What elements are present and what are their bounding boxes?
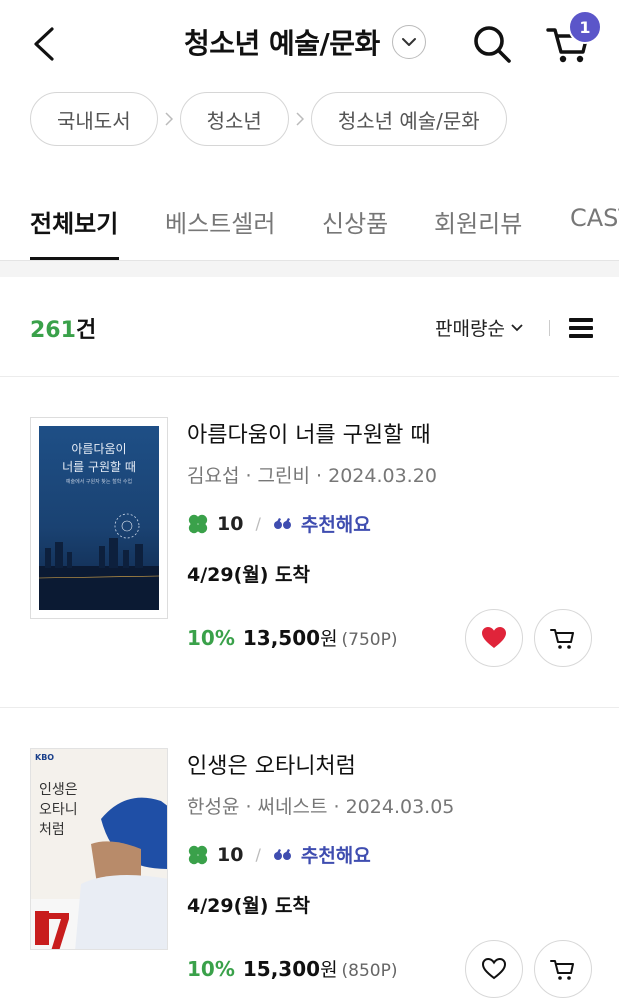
- tab-member-review[interactable]: 회원리뷰: [434, 204, 522, 239]
- arrival-date: 4/29(월) 도착: [187, 564, 311, 586]
- tab-bar: 전체보기 베스트셀러 신상품 회원리뷰 CAST: [0, 190, 619, 261]
- book-title[interactable]: 아름다움이 너를 구원할 때: [187, 417, 431, 449]
- list-item[interactable]: KBO 인생은 오타니 처럼 17 인생은 오타니처럼 한성윤 · 써네스트 ·…: [0, 708, 619, 1008]
- cover-subtitle: 예술에서 구원자 찾는 철학 수업: [65, 479, 133, 485]
- divider: /: [255, 514, 261, 533]
- list-view-toggle[interactable]: [568, 316, 594, 344]
- price-unit: 원: [320, 959, 338, 981]
- breadcrumb-item-domestic-books[interactable]: 국내도서: [30, 92, 158, 146]
- quote-icon: [273, 848, 291, 860]
- price-row: 10% 13,500 원 (750P): [187, 624, 398, 651]
- list-item[interactable]: 아름다움이 너를 구원할 때 예술에서 구원자 찾는 철학 수업 아름다움이 너…: [0, 377, 619, 708]
- page-title: 청소년 예술/문화: [184, 27, 380, 60]
- chevron-down-icon: [511, 323, 523, 331]
- tab-cast[interactable]: CAST: [570, 204, 619, 232]
- divider: [549, 320, 550, 336]
- add-to-cart-button[interactable]: [534, 940, 592, 998]
- cart-icon: [550, 960, 574, 980]
- chevron-right-icon: [158, 112, 180, 126]
- chevron-down-icon: [391, 25, 426, 59]
- tab-bestseller[interactable]: 베스트셀러: [165, 204, 275, 239]
- back-button[interactable]: [30, 26, 58, 62]
- cover-badge: KBO: [35, 753, 55, 762]
- sort-dropdown[interactable]: 판매량순: [435, 314, 524, 341]
- quote-icon: [273, 517, 291, 529]
- book-meta: 김요섭 · 그린비 · 2024.03.20: [187, 465, 437, 487]
- breadcrumb-item-youth[interactable]: 청소년: [179, 92, 289, 146]
- result-count-number: 261: [30, 318, 76, 343]
- tab-new[interactable]: 신상품: [322, 204, 388, 239]
- divider: /: [255, 845, 261, 864]
- recommend-label: 추천해요: [300, 514, 371, 536]
- breadcrumb-item-youth-arts[interactable]: 청소년 예술/문화: [310, 92, 507, 146]
- heart-outline-icon: [481, 957, 507, 980]
- tab-all[interactable]: 전체보기: [30, 204, 118, 239]
- book-cover-image: KBO 인생은 오타니 처럼 17: [30, 748, 168, 950]
- cover-title-line3: 처럼: [39, 822, 65, 838]
- book-title[interactable]: 인생은 오타니처럼: [187, 748, 356, 780]
- reward-points: (750P): [341, 630, 398, 650]
- cover-title-line1: 인생은: [39, 782, 78, 798]
- top-bar: 청소년 예술/문화 1: [0, 0, 619, 88]
- wishlist-button[interactable]: [465, 940, 523, 998]
- book-cover[interactable]: KBO 인생은 오타니 처럼 17: [30, 748, 168, 950]
- clover-count: 10: [217, 512, 244, 535]
- list-header: 261건 판매량순: [0, 278, 619, 377]
- book-cover-image: 아름다움이 너를 구원할 때 예술에서 구원자 찾는 철학 수업: [39, 426, 159, 610]
- cart-icon: [550, 629, 574, 649]
- book-cover[interactable]: 아름다움이 너를 구원할 때 예술에서 구원자 찾는 철학 수업: [30, 417, 168, 619]
- result-count: 261건: [30, 312, 96, 344]
- active-tab-indicator: [30, 257, 119, 260]
- arrival-date: 4/29(월) 도착: [187, 895, 311, 917]
- discount-rate: 10%: [187, 957, 235, 981]
- search-button[interactable]: [472, 24, 512, 68]
- add-to-cart-button[interactable]: [534, 609, 592, 667]
- section-divider: [0, 261, 619, 277]
- book-meta: 한성윤 · 써네스트 · 2024.03.05: [187, 796, 455, 818]
- category-title-dropdown[interactable]: 청소년 예술/문화: [184, 22, 426, 62]
- discount-rate: 10%: [187, 626, 235, 650]
- price-row: 10% 15,300 원 (850P): [187, 955, 398, 982]
- reward-points: (850P): [341, 961, 398, 981]
- result-count-suffix: 건: [75, 318, 97, 343]
- cover-title-line1: 아름다움이: [71, 442, 127, 456]
- chevron-right-icon: [289, 112, 311, 126]
- cover-title-line2: 오타니: [39, 802, 78, 818]
- sort-label: 판매량순: [435, 318, 505, 340]
- wishlist-button[interactable]: [465, 609, 523, 667]
- breadcrumb: 국내도서 청소년 청소년 예술/문화: [30, 92, 507, 146]
- chevron-left-icon: [34, 27, 54, 61]
- clover-count: 10: [217, 843, 244, 866]
- list-view-icon: [569, 318, 593, 338]
- sale-price: 15,300: [242, 957, 321, 981]
- book-rating: 10 / 추천해요: [187, 510, 371, 537]
- price-unit: 원: [320, 628, 338, 650]
- book-rating: 10 / 추천해요: [187, 841, 371, 868]
- clover-icon: [188, 845, 208, 864]
- cart-count-badge: 1: [568, 10, 602, 44]
- heart-filled-icon: [482, 627, 506, 648]
- cover-title-line2: 너를 구원할 때: [62, 460, 136, 474]
- clover-icon: [188, 514, 208, 533]
- recommend-label: 추천해요: [300, 845, 371, 867]
- sale-price: 13,500: [242, 626, 321, 650]
- search-icon: [474, 26, 511, 63]
